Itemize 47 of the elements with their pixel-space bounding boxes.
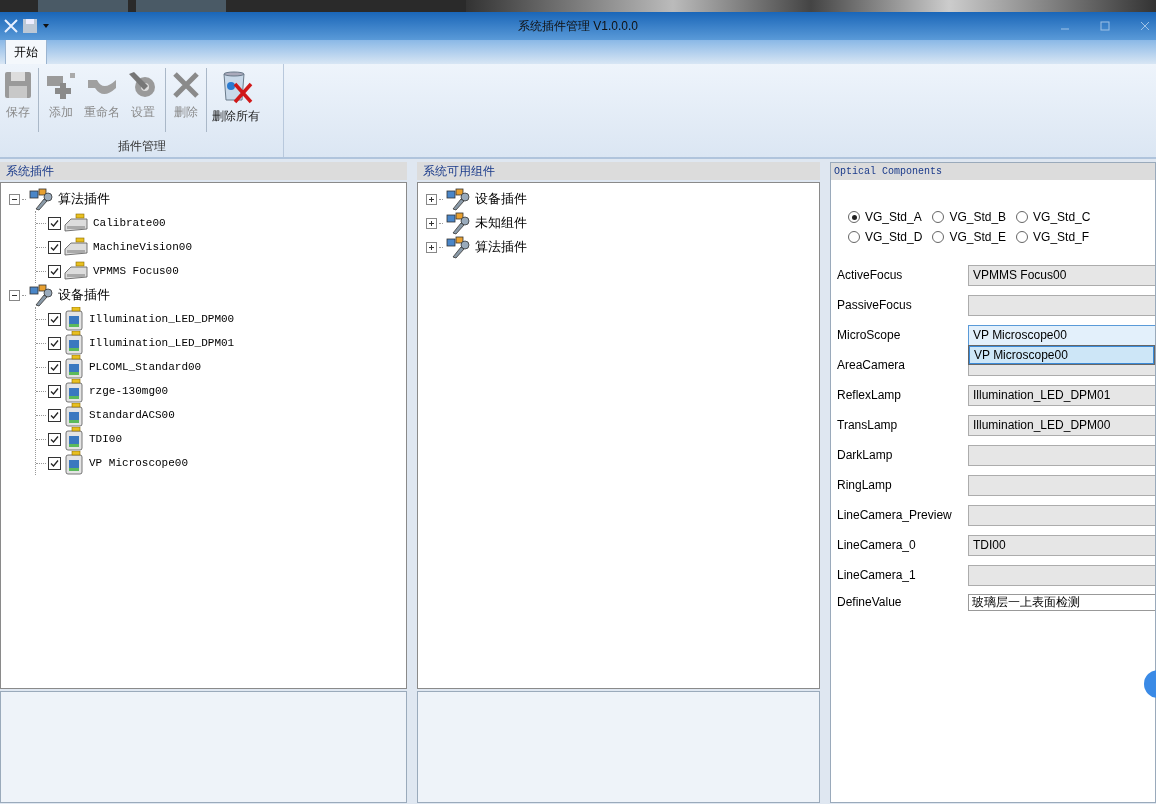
radio-button[interactable]: VG_Std_B	[932, 210, 1007, 224]
group-name[interactable]: 算法插件	[475, 238, 527, 256]
combo-box[interactable]: Illumination_LED_DPM00	[968, 414, 1155, 436]
plugin-name[interactable]: Calibrate00	[93, 217, 166, 229]
window-title: 系统插件管理 V1.0.0.0	[517, 18, 638, 33]
group-name[interactable]: 设备插件	[58, 286, 110, 304]
plugin-name[interactable]: MachineVision00	[93, 241, 193, 253]
field-label: TransLamp	[837, 418, 899, 432]
combo-box[interactable]: VP Microscope00	[968, 324, 1155, 346]
field-label: RingLamp	[837, 478, 893, 492]
field-label: MicroScope	[837, 328, 902, 342]
plugin-name[interactable]: StandardACS00	[89, 409, 175, 421]
radio-button[interactable]: VG_Std_F	[1016, 230, 1091, 244]
combo-box[interactable]: VPMMS Focus00	[968, 264, 1155, 286]
field-label: PassiveFocus	[837, 298, 913, 312]
plugin-name[interactable]: Illumination_LED_DPM01	[89, 337, 235, 349]
plugin-name[interactable]: PLCOML_Standard00	[89, 361, 202, 373]
panel-title: 系统可用组件	[423, 164, 495, 178]
plugin-name[interactable]: VPMMS Focus00	[93, 265, 179, 277]
plugin-name[interactable]: VP Microscope00	[89, 457, 189, 469]
panel-title: Optical Components	[834, 166, 943, 177]
field-label: LineCamera_1	[837, 568, 917, 582]
group-name[interactable]: 算法插件	[58, 190, 110, 208]
field-label: AreaCamera	[837, 358, 907, 372]
ribbon-tab[interactable]: 开始	[5, 39, 47, 64]
radio-button[interactable]: VG_Std_E	[932, 230, 1007, 244]
combo-box[interactable]: Illumination_LED_DPM01	[968, 384, 1155, 406]
combo-box[interactable]: TDI00	[968, 534, 1155, 556]
group-name[interactable]: 未知组件	[475, 214, 527, 232]
radio-button[interactable]: VG_Std_D	[848, 230, 923, 244]
field-label: DefineValue	[837, 595, 903, 609]
panel-title: 系统插件	[6, 164, 54, 178]
group-label: 插件管理	[117, 139, 166, 153]
radio-button[interactable]: VG_Std_C	[1016, 210, 1091, 224]
radio-button[interactable]: VG_Std_A	[848, 210, 923, 224]
dropdown-option[interactable]: VP Microscope00	[969, 346, 1154, 364]
field-label: ActiveFocus	[837, 268, 904, 282]
group-name[interactable]: 设备插件	[475, 190, 527, 208]
field-label: LineCamera_0	[837, 538, 917, 552]
input-field[interactable]: 玻璃层一上表面检测	[968, 593, 1155, 611]
ribbon-button[interactable]: 删除所有	[209, 68, 263, 127]
field-label: DarkLamp	[837, 448, 894, 462]
field-label: LineCamera_Preview	[837, 508, 953, 522]
plugin-name[interactable]: rzge-130mg00	[89, 385, 169, 397]
plugin-name[interactable]: TDI00	[89, 433, 122, 445]
plugin-name[interactable]: Illumination_LED_DPM00	[89, 313, 235, 325]
field-label: ReflexLamp	[837, 388, 903, 402]
